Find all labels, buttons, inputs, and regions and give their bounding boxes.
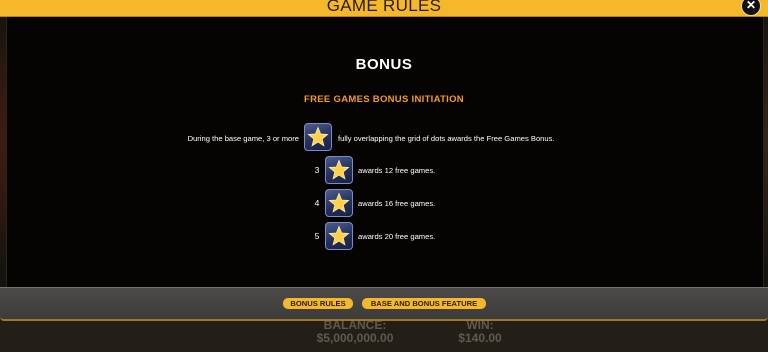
payout-count: 4 [314, 198, 320, 208]
intro-line: During the base game, 3 or more fully ov… [0, 123, 768, 151]
intro-text-after: fully overlapping the grid of dots award… [338, 134, 555, 143]
bonus-star-icon [325, 156, 353, 184]
game-rules-modal: GAME RULES ✕ BONUS FREE GAMES BONUS INIT… [0, 0, 768, 321]
modal-header: GAME RULES ✕ [0, 0, 768, 17]
payout-count: 5 [314, 231, 320, 241]
payout-text: awards 12 free games. [358, 166, 436, 175]
bonus-star-icon [325, 189, 353, 217]
intro-text-before: During the base game, 3 or more [187, 134, 299, 143]
win-value: $140.00 [458, 331, 502, 345]
section-title: BONUS [355, 56, 413, 73]
balance-display: BALANCE: $5,000,000.00 [300, 319, 410, 345]
tab-base-and-bonus-feature[interactable]: BASE AND BONUS FEATURE [362, 298, 486, 309]
payout-row: 3 awards 12 free games. [0, 156, 768, 184]
balance-value: $5,000,000.00 [316, 331, 394, 345]
payout-text: awards 20 free games. [358, 232, 436, 241]
payout-row: 5 awards 20 free games. [0, 222, 768, 250]
payout-count: 3 [314, 165, 320, 175]
section-subtitle: FREE GAMES BONUS INITIATION [304, 94, 464, 105]
tab-bonus-rules[interactable]: BONUS RULES [283, 298, 353, 309]
modal-title: GAME RULES [326, 0, 442, 15]
bonus-star-icon [325, 222, 353, 250]
payout-row: 4 awards 16 free games. [0, 189, 768, 217]
win-display: WIN: $140.00 [440, 319, 520, 345]
bonus-star-icon [304, 123, 332, 151]
payout-text: awards 16 free games. [358, 199, 436, 208]
game-status-bar: BALANCE: $5,000,000.00 WIN: $140.00 [0, 318, 768, 352]
